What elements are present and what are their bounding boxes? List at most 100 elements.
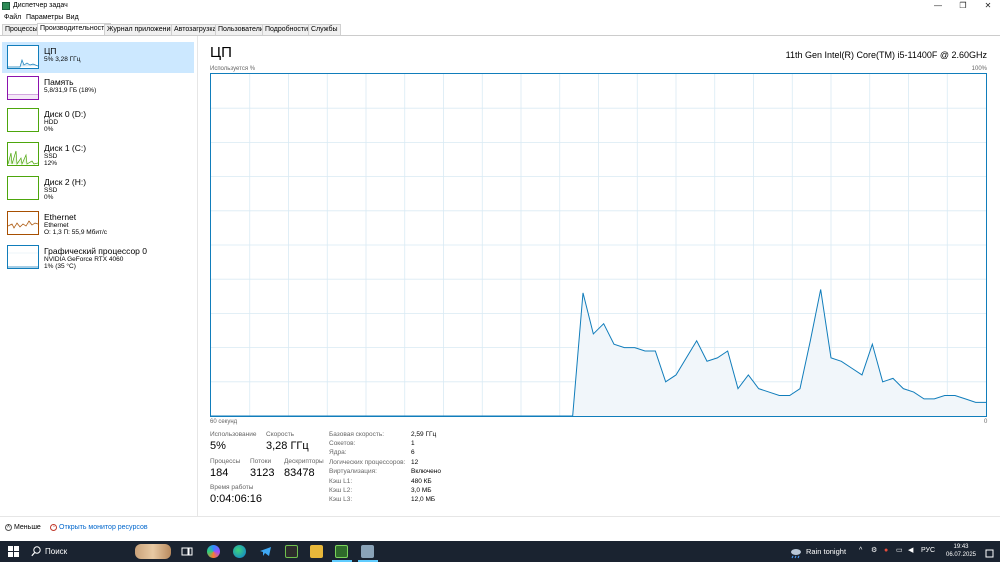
cpu-usage-chart [211, 74, 986, 416]
max-axis-label: 100% [971, 66, 987, 72]
virtualization-value: Включено [411, 468, 441, 475]
sidebar-item-detail: 5,8/31,9 ГБ (18%) [44, 87, 97, 94]
page-title: ЦП [210, 44, 232, 61]
network-icon[interactable]: ▭ [896, 546, 903, 556]
clock-time: 19:43 [953, 544, 969, 550]
sidebar-item-detail: 0% [44, 126, 54, 133]
gpu-thumbnail-graph [7, 245, 39, 269]
taskbar: Поиск Rain tonight ^ ⚙ ● ▭ ◀ РУС 19:43 0… [0, 541, 1000, 562]
copilot-icon[interactable] [207, 545, 220, 558]
speed-value: 3,28 ГГц [266, 440, 309, 452]
usage-value: 5% [210, 440, 226, 452]
tray-notification-icon[interactable]: ● [884, 546, 888, 556]
sidebar-item-name: Диск 2 (H:) [44, 177, 87, 187]
threads-label: Потоки [250, 458, 272, 465]
weather-rain-icon [790, 546, 802, 559]
menu-view[interactable]: Вид [66, 12, 79, 23]
task-manager-taskbar-icon[interactable] [335, 545, 348, 558]
usage-label: Использование [210, 431, 257, 438]
tab-details[interactable]: Подробности [262, 24, 312, 35]
sidebar-item-name: Ethernet [44, 212, 77, 222]
sidebar-item-detail: 5% 3,28 ГГц [44, 56, 81, 63]
start-button[interactable] [8, 546, 19, 557]
file-explorer-icon[interactable] [310, 545, 323, 558]
tab-services[interactable]: Службы [308, 24, 341, 35]
tab-startup[interactable]: Автозагрузка [171, 24, 220, 35]
clock-date: 06.07.2025 [945, 552, 977, 558]
speaker-icon[interactable]: ◀ [908, 546, 913, 556]
memory-thumbnail-graph [7, 76, 39, 100]
clock[interactable]: 19:43 06.07.2025 [943, 543, 979, 559]
task-view-icon[interactable] [181, 545, 194, 558]
cores-label: Ядра: [329, 449, 347, 456]
sidebar-item-name: Память [44, 77, 74, 87]
l3-cache-value: 12,0 МБ [411, 496, 436, 503]
fewer-details-button[interactable]: ˄ Меньше [5, 523, 41, 533]
chevron-up-icon: ˄ [5, 523, 12, 531]
sidebar-item-detail: 0% [44, 194, 54, 201]
search-placeholder: Поиск [45, 547, 68, 556]
base-speed-label: Базовая скорость: [329, 431, 385, 438]
sockets-value: 1 [411, 440, 415, 447]
weather-text[interactable]: Rain tonight [806, 547, 846, 557]
cpu-model-name: 11th Gen Intel(R) Core(TM) i5-11400F @ 2… [785, 50, 987, 60]
notification-bell-icon[interactable] [985, 546, 994, 558]
usage-axis-label: Используется % [210, 66, 256, 72]
logical-processors-label: Логических процессоров: [329, 459, 406, 466]
virtualization-label: Виртуализация: [329, 468, 377, 475]
cpu-usage-graph [210, 73, 987, 417]
tab-users[interactable]: Пользователи [215, 24, 267, 35]
sidebar-item-name: Графический процессор 0 [44, 246, 148, 256]
sidebar-item-cpu[interactable]: ЦП 5% 3,28 ГГц [2, 42, 194, 73]
min-axis-label: 0 [984, 419, 988, 425]
sidebar-item-disk-0[interactable]: Диск 0 (D:) HDD 0% [2, 105, 194, 136]
restore-button[interactable]: ❐ [951, 0, 975, 12]
ethernet-thumbnail-graph [7, 211, 39, 235]
task-manager-icon [2, 2, 10, 10]
handles-label: Дескрипторы [284, 458, 324, 465]
sidebar-item-ethernet[interactable]: Ethernet Ethernet О: 1,3 П: 55,9 Мбит/с [2, 208, 194, 239]
keyboard-language[interactable]: РУС [921, 546, 935, 556]
cpu-thumbnail-graph [7, 45, 39, 69]
telegram-icon[interactable] [259, 545, 272, 558]
minimize-button[interactable]: — [926, 0, 950, 12]
menu-bar: Файл Параметры Вид [0, 12, 1000, 23]
sidebar-item-detail: О: 1,3 П: 55,9 Мбит/с [44, 229, 108, 236]
sidebar-item-disk-2[interactable]: Диск 2 (H:) SSD 0% [2, 173, 194, 204]
logical-processors-value: 12 [411, 459, 419, 466]
taskbar-search-box[interactable]: Поиск [25, 541, 175, 562]
show-hidden-icons-chevron-icon[interactable]: ^ [859, 546, 862, 556]
uptime-value: 0:04:06:16 [210, 493, 262, 505]
app-window-icon[interactable] [361, 545, 374, 558]
footer-divider [0, 516, 1000, 517]
uptime-label: Время работы [210, 484, 254, 491]
tab-app-history[interactable]: Журнал приложений [104, 24, 178, 35]
l2-cache-value: 3,0 МБ [411, 487, 432, 494]
close-button[interactable]: ✕ [976, 0, 1000, 12]
l2-cache-label: Кэш L2: [329, 487, 353, 494]
sidebar-item-memory[interactable]: Память 5,8/31,9 ГБ (18%) [2, 73, 194, 104]
sidebar-item-gpu[interactable]: Графический процессор 0 NVIDIA GeForce R… [2, 242, 194, 273]
sidebar-item-disk-1[interactable]: Диск 1 (C:) SSD 12% [2, 139, 194, 170]
menu-options[interactable]: Параметры [26, 12, 63, 23]
tab-processes[interactable]: Процессы [2, 24, 41, 35]
menu-file[interactable]: Файл [4, 12, 21, 23]
resource-sidebar: ЦП 5% 3,28 ГГц Память 5,8/31,9 ГБ (18%) … [0, 40, 196, 515]
windows-logo-icon [8, 546, 13, 551]
speed-label: Скорость [266, 431, 295, 438]
search-icon [31, 546, 41, 557]
cores-value: 6 [411, 449, 415, 456]
sidebar-item-name: ЦП [44, 46, 57, 56]
sidebar-item-detail: 1% (35 °C) [44, 263, 76, 270]
tab-performance[interactable]: Производительность [37, 23, 111, 35]
edge-browser-icon[interactable] [233, 545, 246, 558]
panel-divider [197, 36, 198, 516]
resource-monitor-link[interactable]: ◔ Открыть монитор ресурсов [50, 523, 148, 533]
sidebar-item-name: Диск 1 (C:) [44, 143, 87, 153]
title-bar: Диспетчер задач — ❐ ✕ [0, 0, 1000, 12]
store-icon[interactable] [285, 545, 298, 558]
windows-logo-icon [14, 546, 19, 551]
l1-cache-value: 480 КБ [411, 478, 432, 485]
window-title: Диспетчер задач [13, 2, 68, 9]
tray-app-icon[interactable]: ⚙ [871, 546, 877, 556]
